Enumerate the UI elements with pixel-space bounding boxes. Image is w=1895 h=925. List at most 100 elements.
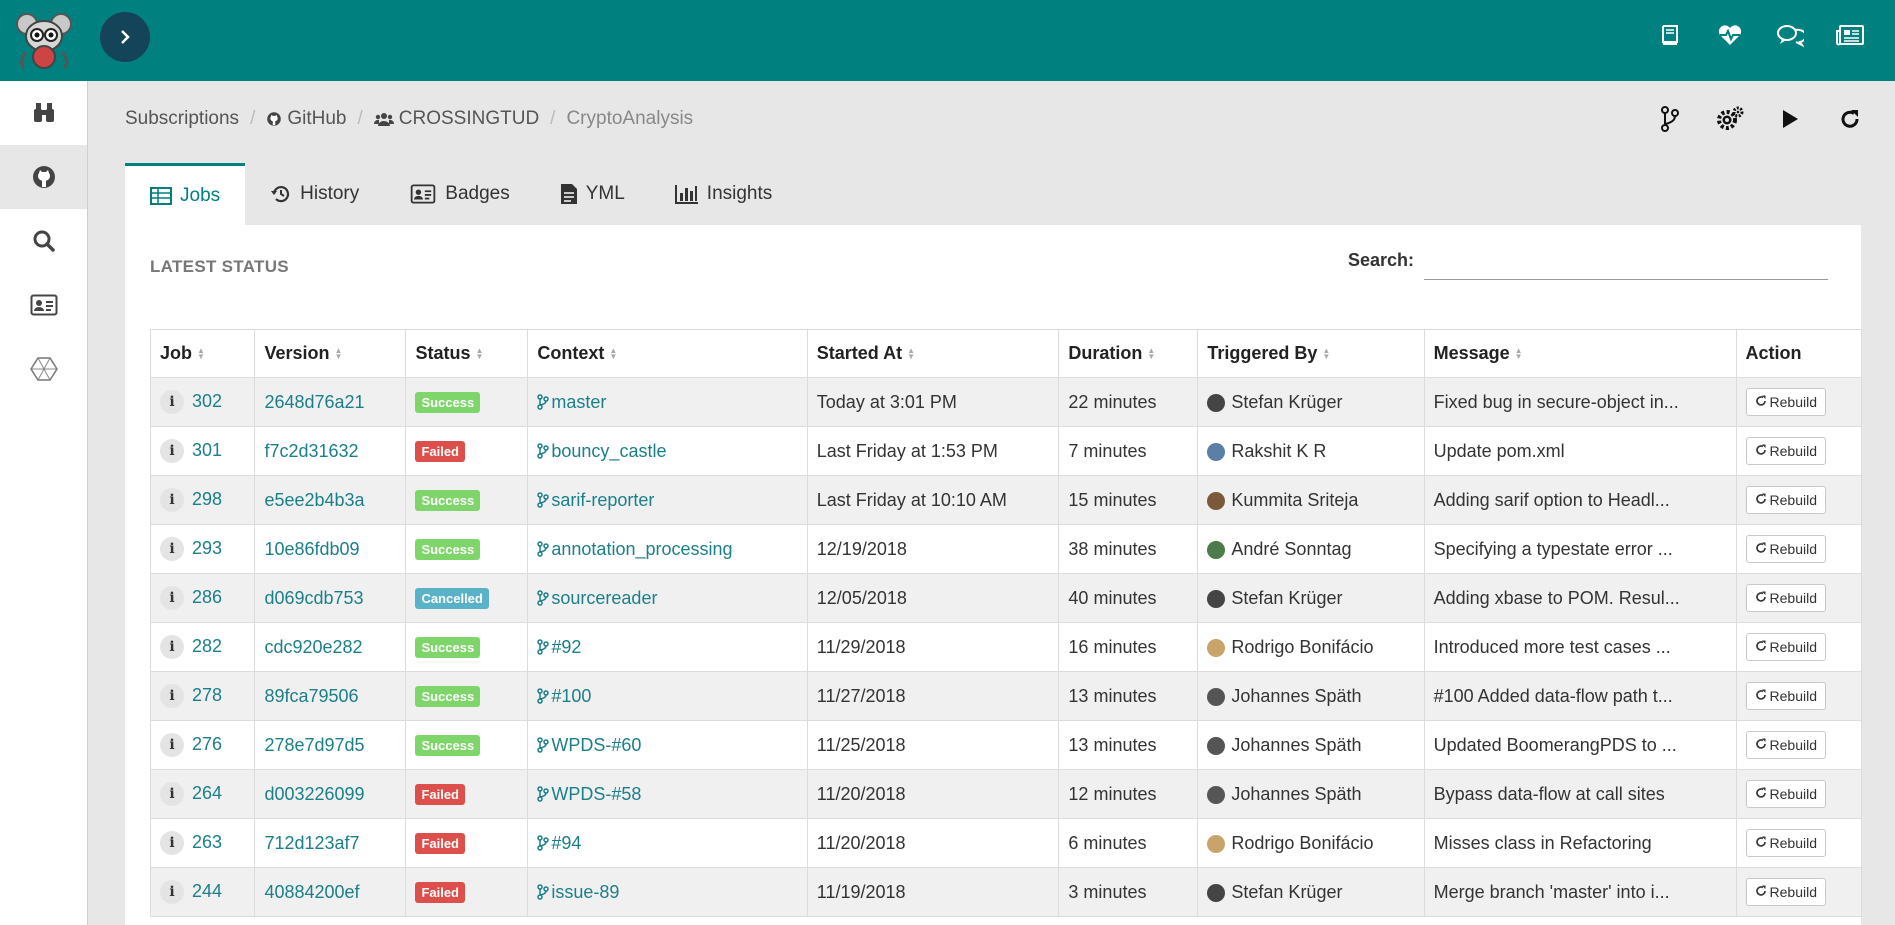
info-icon[interactable]: i	[160, 684, 184, 708]
rebuild-button[interactable]: Rebuild	[1745, 388, 1826, 416]
info-icon[interactable]: i	[160, 880, 184, 904]
rebuild-button[interactable]: Rebuild	[1745, 682, 1826, 710]
column-header-context[interactable]: Context ▲ ▼	[527, 329, 808, 378]
sort-icon[interactable]: ▲ ▼	[907, 347, 915, 361]
info-icon[interactable]: i	[160, 439, 184, 463]
context-link[interactable]: issue-89	[537, 882, 619, 902]
info-icon[interactable]: i	[160, 586, 184, 610]
job-link[interactable]: 302	[192, 391, 222, 411]
rebuild-button[interactable]: Rebuild	[1745, 731, 1826, 759]
job-link[interactable]: 301	[192, 440, 222, 460]
sidebar-item-explore[interactable]	[0, 81, 87, 145]
cogs-icon[interactable]	[1715, 104, 1745, 134]
version-link[interactable]: e5ee2b4b3a	[264, 490, 364, 510]
breadcrumb-subscriptions[interactable]: Subscriptions	[125, 108, 239, 130]
version-link[interactable]: 712d123af7	[264, 833, 359, 853]
version-link[interactable]: 2648d76a21	[264, 392, 364, 412]
context-link[interactable]: master	[537, 392, 606, 412]
job-link[interactable]: 293	[192, 538, 222, 558]
rebuild-button[interactable]: Rebuild	[1745, 829, 1826, 857]
book-icon[interactable]	[1655, 20, 1685, 50]
comments-icon[interactable]	[1775, 20, 1805, 50]
info-icon[interactable]: i	[160, 537, 184, 561]
sort-icon[interactable]: ▲ ▼	[1147, 347, 1155, 361]
status-badge: Success	[415, 391, 481, 413]
context-link[interactable]: sourcereader	[537, 588, 657, 608]
info-icon[interactable]: i	[160, 733, 184, 757]
info-icon[interactable]: i	[160, 488, 184, 512]
job-link[interactable]: 298	[192, 489, 222, 509]
sidebar-item-profile[interactable]	[0, 273, 87, 337]
rebuild-button[interactable]: Rebuild	[1745, 633, 1826, 661]
job-link[interactable]: 278	[192, 685, 222, 705]
context-link[interactable]: WPDS-#60	[537, 735, 641, 755]
tab-badges[interactable]: Badges	[384, 163, 534, 225]
info-icon[interactable]: i	[160, 831, 184, 855]
branch-icon[interactable]	[1655, 104, 1685, 134]
sidebar-toggle-button[interactable]	[100, 12, 150, 62]
context-link[interactable]: WPDS-#58	[537, 784, 641, 804]
breadcrumb-organization[interactable]: CROSSINGTUD	[373, 108, 539, 130]
context-link[interactable]: #94	[537, 833, 581, 853]
column-header-triggered-by[interactable]: Triggered By ▲ ▼	[1197, 329, 1425, 378]
rebuild-button[interactable]: Rebuild	[1745, 486, 1826, 514]
heartbeat-icon[interactable]	[1715, 20, 1745, 50]
version-link[interactable]: 40884200ef	[264, 882, 359, 902]
rebuild-button[interactable]: Rebuild	[1745, 584, 1826, 612]
context-link[interactable]: #100	[537, 686, 591, 706]
column-header-job[interactable]: Job ▲ ▼	[149, 329, 256, 378]
sidebar-item-github[interactable]	[0, 145, 87, 209]
rebuild-button[interactable]: Rebuild	[1745, 878, 1826, 906]
version-link[interactable]: 10e86fdb09	[264, 539, 359, 559]
info-icon[interactable]: i	[160, 390, 184, 414]
context-link[interactable]: sarif-reporter	[537, 490, 654, 510]
sort-icon[interactable]: ▲ ▼	[334, 347, 342, 361]
sidebar-item-search[interactable]	[0, 209, 87, 273]
job-link[interactable]: 276	[192, 734, 222, 754]
play-icon[interactable]	[1775, 104, 1805, 134]
context-link[interactable]: annotation_processing	[537, 539, 733, 559]
sort-icon[interactable]: ▲ ▼	[609, 347, 617, 361]
rebuild-button[interactable]: Rebuild	[1745, 535, 1826, 563]
job-link[interactable]: 286	[192, 587, 222, 607]
tab-jobs[interactable]: Jobs	[125, 163, 246, 225]
context-link[interactable]: #92	[537, 637, 581, 657]
version-link[interactable]: cdc920e282	[264, 637, 362, 657]
version-link[interactable]: 278e7d97d5	[264, 735, 364, 755]
duration-cell: 13 minutes	[1058, 720, 1199, 770]
job-link[interactable]: 263	[192, 832, 222, 852]
sort-icon[interactable]: ▲ ▼	[197, 347, 205, 361]
version-link[interactable]: d069cdb753	[264, 588, 363, 608]
sort-icon[interactable]: ▲ ▼	[475, 347, 483, 361]
version-link[interactable]: 89fca79506	[264, 686, 358, 706]
breadcrumb-github[interactable]: GitHub	[266, 108, 346, 130]
column-header-duration[interactable]: Duration ▲ ▼	[1058, 329, 1199, 378]
version-link[interactable]: f7c2d31632	[264, 441, 358, 461]
version-link[interactable]: d003226099	[264, 784, 364, 804]
file-icon	[560, 184, 577, 204]
job-link[interactable]: 282	[192, 636, 222, 656]
triggered-by-cell: Stefan Krüger	[1197, 867, 1425, 917]
search-input[interactable]	[1424, 243, 1828, 280]
sort-icon[interactable]: ▲ ▼	[1515, 347, 1523, 361]
tab-yml[interactable]: YML	[535, 163, 650, 225]
job-link[interactable]: 264	[192, 783, 222, 803]
column-header-status[interactable]: Status ▲ ▼	[405, 329, 529, 378]
tab-insights[interactable]: Insights	[650, 163, 797, 225]
sidebar-item-nodes[interactable]	[0, 337, 87, 401]
tab-history[interactable]: History	[245, 163, 384, 225]
info-icon[interactable]: i	[160, 782, 184, 806]
refresh-icon[interactable]	[1835, 104, 1865, 134]
rebuild-button[interactable]: Rebuild	[1745, 437, 1826, 465]
column-header-version[interactable]: Version ▲ ▼	[254, 329, 407, 378]
sort-icon[interactable]: ▲ ▼	[1322, 347, 1330, 361]
newspaper-icon[interactable]	[1835, 20, 1865, 50]
search-icon	[33, 230, 55, 252]
column-header-started-at[interactable]: Started At ▲ ▼	[806, 329, 1060, 378]
app-logo[interactable]	[14, 10, 74, 70]
info-icon[interactable]: i	[160, 635, 184, 659]
context-link[interactable]: bouncy_castle	[537, 441, 666, 461]
column-header-message[interactable]: Message ▲ ▼	[1423, 329, 1737, 378]
rebuild-button[interactable]: Rebuild	[1745, 780, 1826, 808]
job-link[interactable]: 244	[192, 881, 222, 901]
